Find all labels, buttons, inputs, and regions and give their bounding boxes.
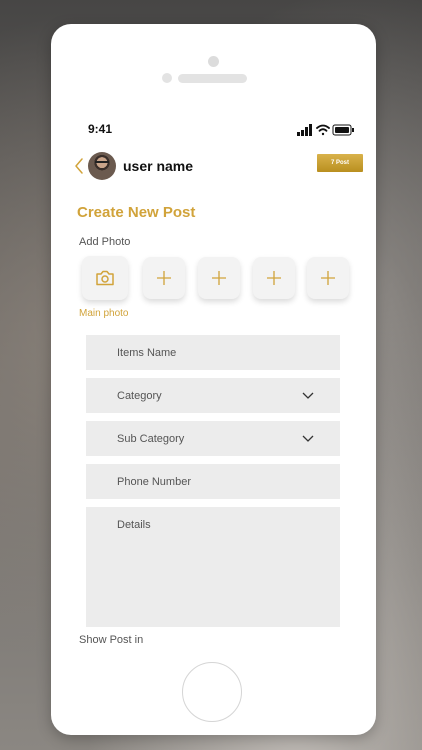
avatar[interactable] [88, 152, 116, 180]
camera-icon [96, 270, 114, 286]
status-time: 9:41 [88, 122, 113, 136]
show-post-in-label: Show Post in [79, 634, 144, 646]
back-chevron-icon[interactable] [73, 157, 85, 175]
add-photo-slot-2[interactable] [198, 257, 240, 299]
details-textarea[interactable]: Details [86, 507, 340, 627]
plus-icon [157, 271, 171, 285]
battery-icon [332, 124, 354, 136]
main-photo-label: Main photo [79, 308, 129, 319]
plus-icon [321, 271, 335, 285]
chevron-down-icon [302, 392, 314, 399]
add-photo-slot-1[interactable] [143, 257, 185, 299]
category-select[interactable]: Category [86, 378, 340, 413]
sub-category-label: Sub Category [117, 433, 185, 445]
sub-category-select[interactable]: Sub Category [86, 421, 340, 456]
main-photo-slot[interactable] [82, 256, 128, 300]
status-icons [297, 124, 354, 136]
front-camera [162, 73, 172, 83]
phone-number-field[interactable]: Phone Number [86, 464, 340, 499]
signal-icon [297, 124, 312, 136]
user-name: user name [123, 158, 194, 174]
phone-frame: 9:41 user name 7 Post Create New Post Ad… [51, 24, 376, 735]
chevron-down-icon [302, 435, 314, 442]
plus-icon [212, 271, 226, 285]
items-name-placeholder: Items Name [117, 347, 177, 359]
home-button[interactable] [182, 662, 242, 722]
page-title: Create New Post [77, 204, 196, 221]
front-sensor [208, 56, 219, 67]
add-photo-slot-3[interactable] [253, 257, 295, 299]
add-photo-slot-4[interactable] [307, 257, 349, 299]
phone-number-placeholder: Phone Number [117, 476, 191, 488]
earpiece-speaker [178, 74, 247, 83]
add-photo-label: Add Photo [79, 236, 131, 248]
items-name-field[interactable]: Items Name [86, 335, 340, 370]
details-placeholder: Details [117, 519, 151, 531]
post-count-badge[interactable]: 7 Post [317, 154, 363, 172]
wifi-icon [316, 124, 330, 136]
plus-icon [267, 271, 281, 285]
category-label: Category [117, 390, 162, 402]
